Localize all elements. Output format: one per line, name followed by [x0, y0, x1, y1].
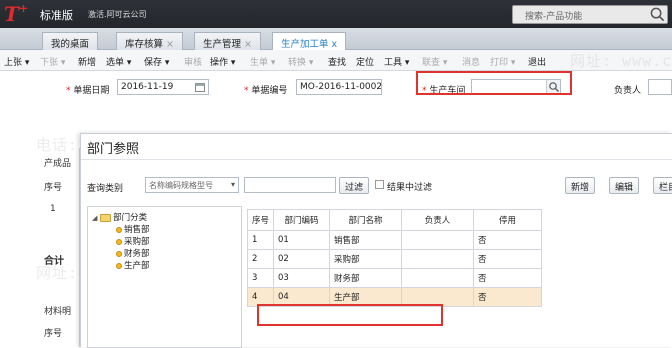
date-field[interactable]: 2016-11-19	[117, 79, 209, 95]
columns-button[interactable]: 栏目	[653, 177, 672, 194]
node-dot-icon	[116, 226, 122, 233]
chevron-down-icon: ▾	[230, 180, 235, 189]
node-dot-icon	[116, 250, 122, 257]
tree-item-sales[interactable]: 销售部	[116, 223, 150, 235]
col-owner[interactable]: 负责人	[401, 209, 475, 231]
table-row[interactable]: 2 02 采购部 否	[246, 249, 543, 269]
filter-button[interactable]: 过滤	[339, 177, 370, 194]
exit-button[interactable]: 退出	[528, 55, 546, 68]
col-name[interactable]: 部门名称	[329, 209, 403, 231]
tab-production-management[interactable]: 生产管理 ×	[194, 32, 261, 50]
code-label: * 单据编号	[244, 86, 288, 96]
background-panel: 产成品 序号 1 合计 材料明 序号	[36, 148, 80, 347]
table-row[interactable]: 1 01 销售部 否	[246, 230, 543, 250]
collapse-icon[interactable]: ◢	[92, 214, 97, 222]
section-products: 产成品	[44, 159, 72, 169]
col-disabled[interactable]: 停用	[473, 209, 543, 231]
prev-button[interactable]: 上张 ▾	[4, 55, 29, 68]
message-button[interactable]: 消息	[462, 55, 480, 68]
print-button[interactable]: 打印 ▾	[490, 55, 515, 68]
divider	[81, 159, 672, 160]
col-seq[interactable]: 序号	[246, 209, 275, 231]
tab-my-desktop[interactable]: 我的桌面	[42, 32, 99, 50]
date-label: * 单据日期	[66, 86, 110, 96]
section-materials: 材料明	[44, 307, 72, 317]
select-order-button[interactable]: 选单 ▾	[106, 55, 131, 68]
toolbar: 上张 ▾ 下张 ▾ 新增 选单 ▾ 保存 ▾ 审核 操作 ▾ 生单 ▾ 转换 ▾…	[0, 50, 672, 71]
search-icon[interactable]	[650, 7, 665, 22]
tab-inventory-accounting[interactable]: 库存核算 ×	[116, 32, 183, 50]
code-field[interactable]: MO-2016-11-0002	[296, 79, 382, 95]
tab-bar: 我的桌面 库存核算 × 生产管理 × 生产加工单 x	[0, 28, 672, 51]
row-number: 1	[50, 204, 56, 214]
close-icon[interactable]: ×	[166, 39, 174, 50]
node-dot-icon	[116, 262, 122, 269]
linked-query-button[interactable]: 联查 ▾	[422, 55, 447, 68]
search-placeholder: 搜索-产品功能	[525, 12, 583, 22]
table-row[interactable]: 3 03 财务部 否	[246, 268, 543, 288]
generate-order-button[interactable]: 生单 ▾	[250, 55, 275, 68]
owner-field[interactable]	[648, 79, 672, 95]
edition-label: 标准版	[40, 9, 73, 22]
edit-button[interactable]: 编辑	[609, 177, 640, 194]
calendar-icon[interactable]	[195, 82, 205, 92]
next-button[interactable]: 下张 ▾	[40, 55, 65, 68]
find-button[interactable]: 查找	[328, 55, 346, 68]
company-link[interactable]: 激活.阿可云公司	[88, 9, 147, 20]
new-button[interactable]: 新增	[78, 55, 96, 68]
filter-in-results-checkbox[interactable]	[375, 180, 384, 189]
highlight-workshop	[416, 71, 572, 95]
tab-production-order[interactable]: 生产加工单 x	[272, 32, 347, 51]
save-button[interactable]: 保存 ▾	[144, 55, 169, 68]
folder-icon	[100, 213, 112, 222]
close-icon[interactable]: x	[332, 39, 338, 50]
operate-button[interactable]: 操作 ▾	[210, 55, 235, 68]
tree-root[interactable]: ◢ 部门分类	[92, 211, 147, 223]
node-dot-icon	[116, 238, 122, 245]
col-code[interactable]: 部门编码	[273, 209, 331, 231]
column-seq-2: 序号	[44, 329, 63, 339]
department-table: 序号 部门编码 部门名称 负责人 停用 1 01 销售部 否 2 02 采购部 …	[246, 209, 543, 307]
app-logo: T+	[4, 2, 29, 26]
filter-in-results-label: 结果中过滤	[387, 183, 433, 193]
column-seq: 序号	[44, 183, 63, 193]
query-category-label: 查询类别	[87, 184, 124, 194]
department-reference-dialog: 部门参照 查询类别 名称编码规格型号 ▾ 过滤 结果中过滤 新增 编辑 栏目 ◢…	[80, 133, 672, 348]
tools-button[interactable]: 工具 ▾	[384, 55, 409, 68]
highlight-selected-row	[257, 304, 443, 326]
product-search-input[interactable]: 搜索-产品功能	[512, 5, 668, 24]
tree-item-purchasing[interactable]: 采购部	[116, 235, 150, 247]
dialog-title: 部门参照	[87, 142, 140, 157]
department-tree: ◢ 部门分类 销售部 采购部 财务部 生产部	[87, 206, 242, 348]
approve-button[interactable]: 审核	[184, 55, 202, 68]
tree-item-finance[interactable]: 财务部	[116, 247, 150, 259]
close-icon[interactable]: ×	[244, 39, 252, 50]
title-bar: T+ 标准版 激活.阿可云公司 搜索-产品功能	[0, 0, 672, 28]
locate-button[interactable]: 定位	[356, 55, 374, 68]
table-header: 序号 部门编码 部门名称 负责人 停用	[246, 209, 543, 231]
query-input[interactable]	[244, 177, 336, 193]
tree-item-production[interactable]: 生产部	[116, 259, 150, 271]
total-label: 合计	[44, 256, 64, 267]
form-header: * 单据日期 2016-11-19 * 单据编号 MO-2016-11-0002…	[0, 71, 672, 107]
add-button[interactable]: 新增	[565, 177, 596, 194]
convert-button[interactable]: 转换 ▾	[288, 55, 313, 68]
owner-label: 负责人	[614, 86, 642, 96]
query-category-select[interactable]: 名称编码规格型号 ▾	[145, 177, 239, 193]
